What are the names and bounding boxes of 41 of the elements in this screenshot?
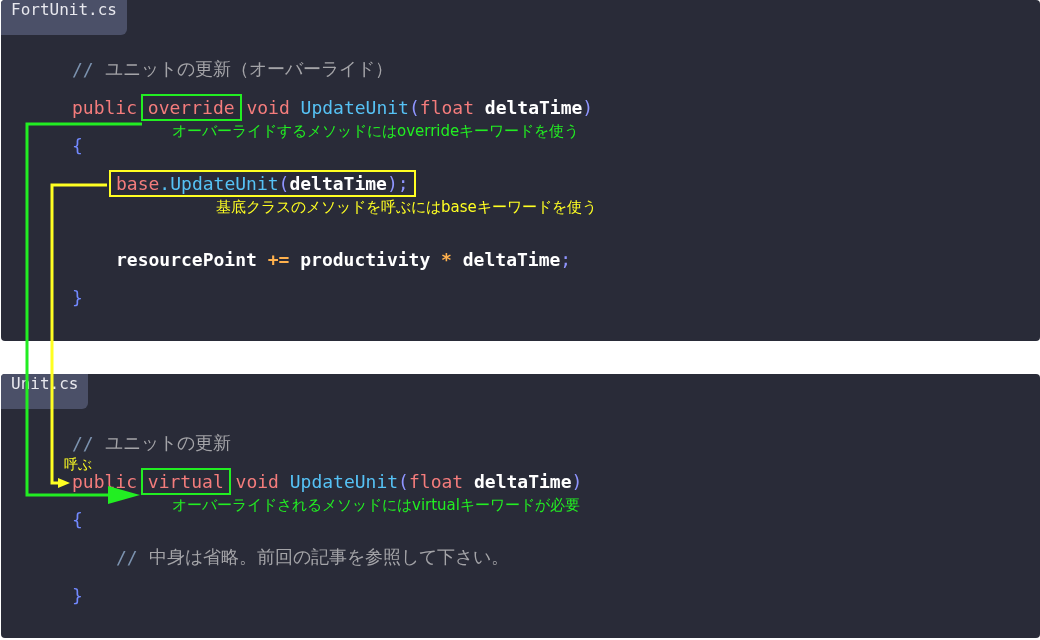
keyword: void <box>246 96 290 118</box>
brace: { <box>72 134 83 156</box>
identifier: deltaTime <box>484 96 583 118</box>
code-comment: 中身は省略。前回の記事を参照して下さい。 <box>148 546 509 567</box>
annotation-note: 基底クラスのメソッドを呼ぶにはbaseキーワードを使う <box>216 198 597 217</box>
keyword: public <box>72 96 138 118</box>
annotation-note: オーバーライドするメソッドにはoverrideキーワードを使う <box>172 122 580 141</box>
comment-marker: // <box>72 432 94 454</box>
punctuation: ( <box>408 96 420 118</box>
keyword: virtual <box>147 470 224 492</box>
identifier: deltaTime <box>462 248 561 270</box>
punctuation: ; <box>560 248 572 270</box>
identifier: deltaTime <box>473 470 572 492</box>
punctuation: ; <box>397 172 409 194</box>
brace: } <box>72 584 83 606</box>
identifier: deltaTime <box>289 172 387 194</box>
identifier: productivity <box>300 248 431 270</box>
comment-marker: // <box>72 58 94 80</box>
operator: * <box>441 248 452 270</box>
comment-marker: // <box>116 546 138 568</box>
method-name: UpdateUnit <box>289 470 399 492</box>
punctuation: ) <box>386 172 398 194</box>
punctuation: ) <box>571 470 583 492</box>
method-name: UpdateUnit <box>170 172 279 194</box>
keyword: void <box>235 470 279 492</box>
punctuation: . <box>159 172 171 194</box>
punctuation: ( <box>278 172 290 194</box>
identifier: resourcePoint <box>116 248 257 270</box>
punctuation: ( <box>398 470 409 492</box>
operator: += <box>267 248 290 270</box>
keyword: float <box>408 470 464 492</box>
annotation-note: オーバーライドされるメソッドにはvirtualキーワードが必要 <box>172 496 580 515</box>
punctuation: ) <box>582 96 594 118</box>
brace: { <box>72 508 83 530</box>
code-comment: ユニットの更新 <box>104 432 231 453</box>
keyword: override <box>147 96 235 118</box>
keyword: base <box>116 172 160 194</box>
keyword: float <box>419 96 474 118</box>
method-name: UpdateUnit <box>300 96 409 118</box>
brace: } <box>72 286 83 308</box>
code-comment: ユニットの更新（オーバーライド） <box>104 58 393 79</box>
